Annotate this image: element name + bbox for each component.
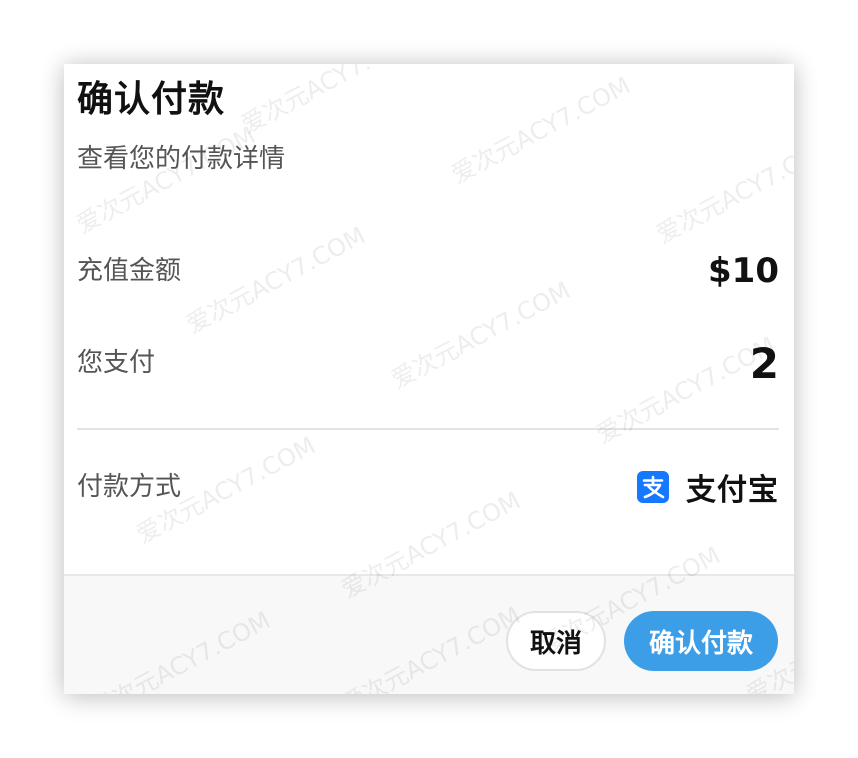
payment-method-label: 付款方式 xyxy=(77,472,182,502)
you-pay-value: 2 xyxy=(749,339,779,388)
payment-confirm-dialog: 确认付款 查看您的付款详情 充值金额 $10 您支付 2 付款方式 支付宝 取消… xyxy=(64,64,794,694)
watermark: 爱次元ACY7.COM xyxy=(386,276,576,395)
recharge-amount-value: $10 xyxy=(708,251,779,291)
watermark: 爱次元ACY7.COM xyxy=(71,121,261,240)
dialog-footer: 取消 确认付款 xyxy=(64,574,794,694)
watermark: 爱次元ACY7.COM xyxy=(446,71,636,190)
watermark: 爱次元ACY7.COM xyxy=(181,221,371,340)
page: 确认付款 查看您的付款详情 充值金额 $10 您支付 2 付款方式 支付宝 取消… xyxy=(0,0,858,758)
alipay-icon xyxy=(637,471,669,503)
watermark: 爱次元ACY7.COM xyxy=(651,131,794,250)
payment-method: 支付宝 xyxy=(637,464,779,510)
cancel-button[interactable]: 取消 xyxy=(506,611,606,671)
divider xyxy=(77,428,779,430)
dialog-subtitle: 查看您的付款详情 xyxy=(77,144,286,174)
confirm-payment-button[interactable]: 确认付款 xyxy=(624,611,778,671)
watermark: 爱次元ACY7.COM xyxy=(236,64,426,140)
dialog-title: 确认付款 xyxy=(77,79,226,120)
recharge-amount-label: 充值金额 xyxy=(77,256,182,286)
payment-method-name: 支付宝 xyxy=(686,473,779,508)
you-pay-label: 您支付 xyxy=(77,348,156,378)
